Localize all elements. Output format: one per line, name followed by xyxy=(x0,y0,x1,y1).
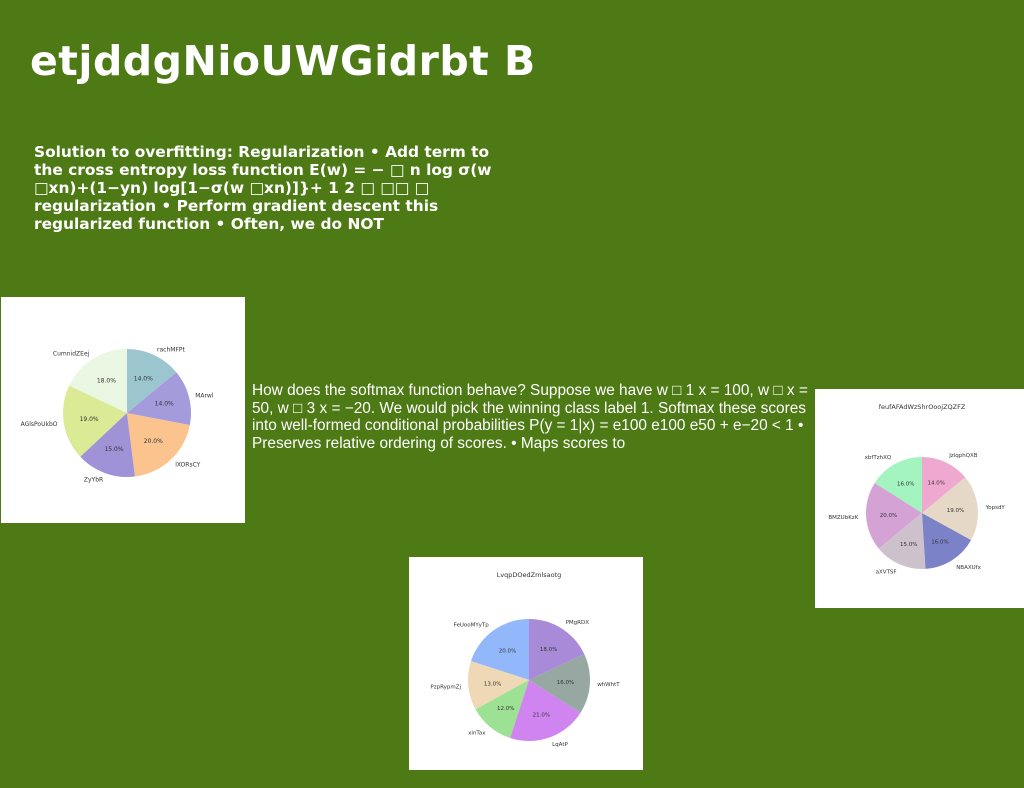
slice-category-label: xbfTzhXQ xyxy=(865,455,892,461)
pie-chart-figure-3: LvqpDOedZmlsaotg 20.0% FeUooMYyTp 13.0% PzpR… xyxy=(409,557,643,770)
pie-chart-svg: 18.0% CumnidZEej 19.0% AGlsPoUkbO 15.0% ZyYbR… xyxy=(21,346,214,483)
slice-percent-label: 16.0% xyxy=(557,680,574,686)
slice-percent-label: 20.0% xyxy=(880,513,897,519)
slice-percent-label: 16.0% xyxy=(897,482,914,488)
slice-percent-label: 15.0% xyxy=(900,542,917,548)
slice-category-label: PMgRDX xyxy=(566,620,590,626)
slice-category-label: BMZUbKzK xyxy=(828,515,858,521)
slice-percent-label: 20.0% xyxy=(499,648,516,654)
slice-category-label: whWhtT xyxy=(597,682,620,688)
slice-percent-label: 20.0% xyxy=(144,438,163,445)
slice-category-label: NBAXUfx xyxy=(956,565,981,571)
slice-percent-label: 13.0% xyxy=(484,681,501,687)
slice-percent-label: 12.0% xyxy=(497,706,514,712)
slice-percent-label: 14.0% xyxy=(134,375,153,382)
slice-category-label: PzpRypmZj xyxy=(430,684,461,690)
pie-chart-svg: LvqpDOedZmlsaotg 20.0% FeUooMYyTp 13.0% PzpR… xyxy=(430,571,620,748)
pie-chart-figure-2: feufAFAdWzShrOoojZQZFZ 16.0% xbfTzhXQ 20.0%… xyxy=(815,389,1024,608)
chart-title: LvqpDOedZmlsaotg xyxy=(497,571,562,579)
slice-category-label: MArwl xyxy=(195,393,214,400)
slice-percent-label: 21.0% xyxy=(533,712,550,718)
slice-category-label: lXORsCY xyxy=(175,461,200,468)
slice-percent-label: 14.0% xyxy=(155,401,174,408)
regularization-paragraph: Solution to overfitting: Regularization … xyxy=(34,143,492,233)
slice-percent-label: 19.0% xyxy=(80,416,99,423)
slice-category-label: CumnidZEej xyxy=(53,351,90,358)
slide-title: etjddgNioUWGidrbt B xyxy=(30,37,536,85)
slice-percent-label: 18.0% xyxy=(97,378,116,385)
slice-category-label: ZyYbR xyxy=(84,476,103,483)
slice-category-label: YopsdY xyxy=(985,505,1006,511)
slice-category-label: JzlqphQXB xyxy=(948,453,978,459)
slice-category-label: FeUooMYyTp xyxy=(454,623,490,629)
slice-category-label: rachMFPt xyxy=(157,346,185,353)
pie-chart-svg: feufAFAdWzShrOoojZQZFZ 16.0% xbfTzhXQ 20.0%… xyxy=(828,403,1006,576)
slice-percent-label: 18.0% xyxy=(540,647,557,653)
chart-title: feufAFAdWzShrOoojZQZFZ xyxy=(879,403,966,411)
slice-category-label: aXVTSF xyxy=(876,570,897,576)
slice-percent-label: 14.0% xyxy=(928,481,945,487)
slice-category-label: AGlsPoUkbO xyxy=(21,421,58,428)
slice-category-label: LqAtP xyxy=(552,742,568,748)
slice-percent-label: 15.0% xyxy=(104,446,123,453)
slice-percent-label: 16.0% xyxy=(931,539,948,545)
slice-percent-label: 19.0% xyxy=(947,508,964,514)
pie-chart-figure-1: 18.0% CumnidZEej 19.0% AGlsPoUkbO 15.0% ZyYbR… xyxy=(1,297,245,523)
slice-category-label: xlnTax xyxy=(468,731,486,737)
softmax-paragraph: How does the softmax function behave? Su… xyxy=(252,382,808,452)
